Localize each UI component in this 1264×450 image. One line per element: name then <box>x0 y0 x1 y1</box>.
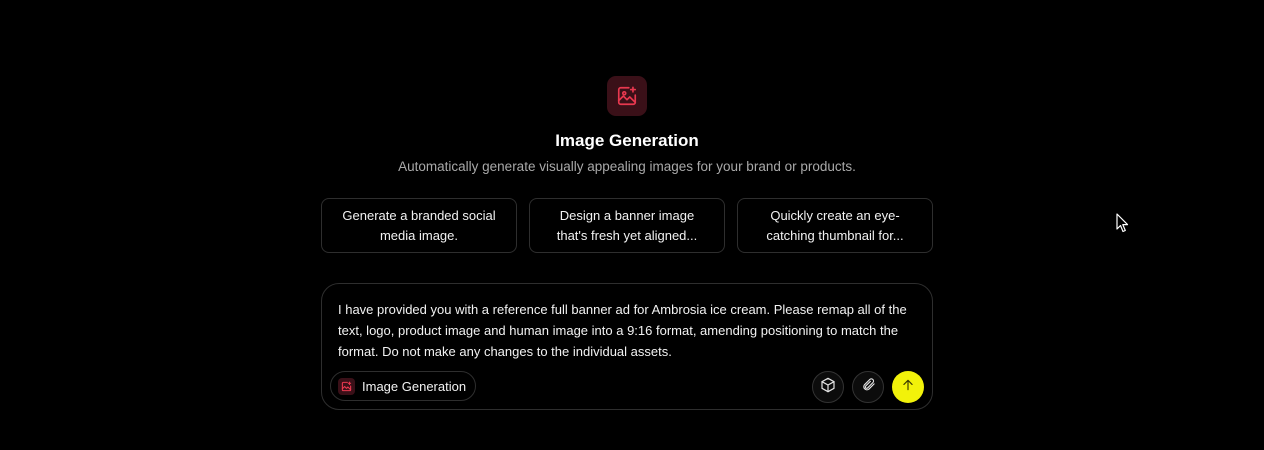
mode-chip[interactable]: Image Generation <box>330 371 477 401</box>
image-sparkle-icon <box>338 377 355 395</box>
prompt-input[interactable]: I have provided you with a reference ful… <box>338 299 918 362</box>
page-title: Image Generation <box>555 131 699 150</box>
page-subtitle: Automatically generate visually appealin… <box>398 159 856 174</box>
mode-chip-label: Image Generation <box>362 378 467 394</box>
suggestion-card-thumbnail[interactable]: Quickly create an eye-catching thumbnail… <box>737 198 933 253</box>
send-button[interactable] <box>892 371 924 403</box>
suggestion-card-banner[interactable]: Design a banner image that's fresh yet a… <box>529 198 725 253</box>
model-button[interactable] <box>812 371 844 403</box>
suggestion-list: Generate a branded social media image. D… <box>321 198 933 253</box>
prompt-composer: I have provided you with a reference ful… <box>321 283 933 410</box>
mouse-cursor-icon <box>1116 213 1130 238</box>
image-generation-icon <box>607 76 647 116</box>
arrow-up-icon <box>901 378 915 397</box>
cube-icon <box>820 377 836 398</box>
suggestion-card-social[interactable]: Generate a branded social media image. <box>321 198 517 253</box>
paperclip-icon <box>861 377 876 397</box>
attach-button[interactable] <box>852 371 884 403</box>
